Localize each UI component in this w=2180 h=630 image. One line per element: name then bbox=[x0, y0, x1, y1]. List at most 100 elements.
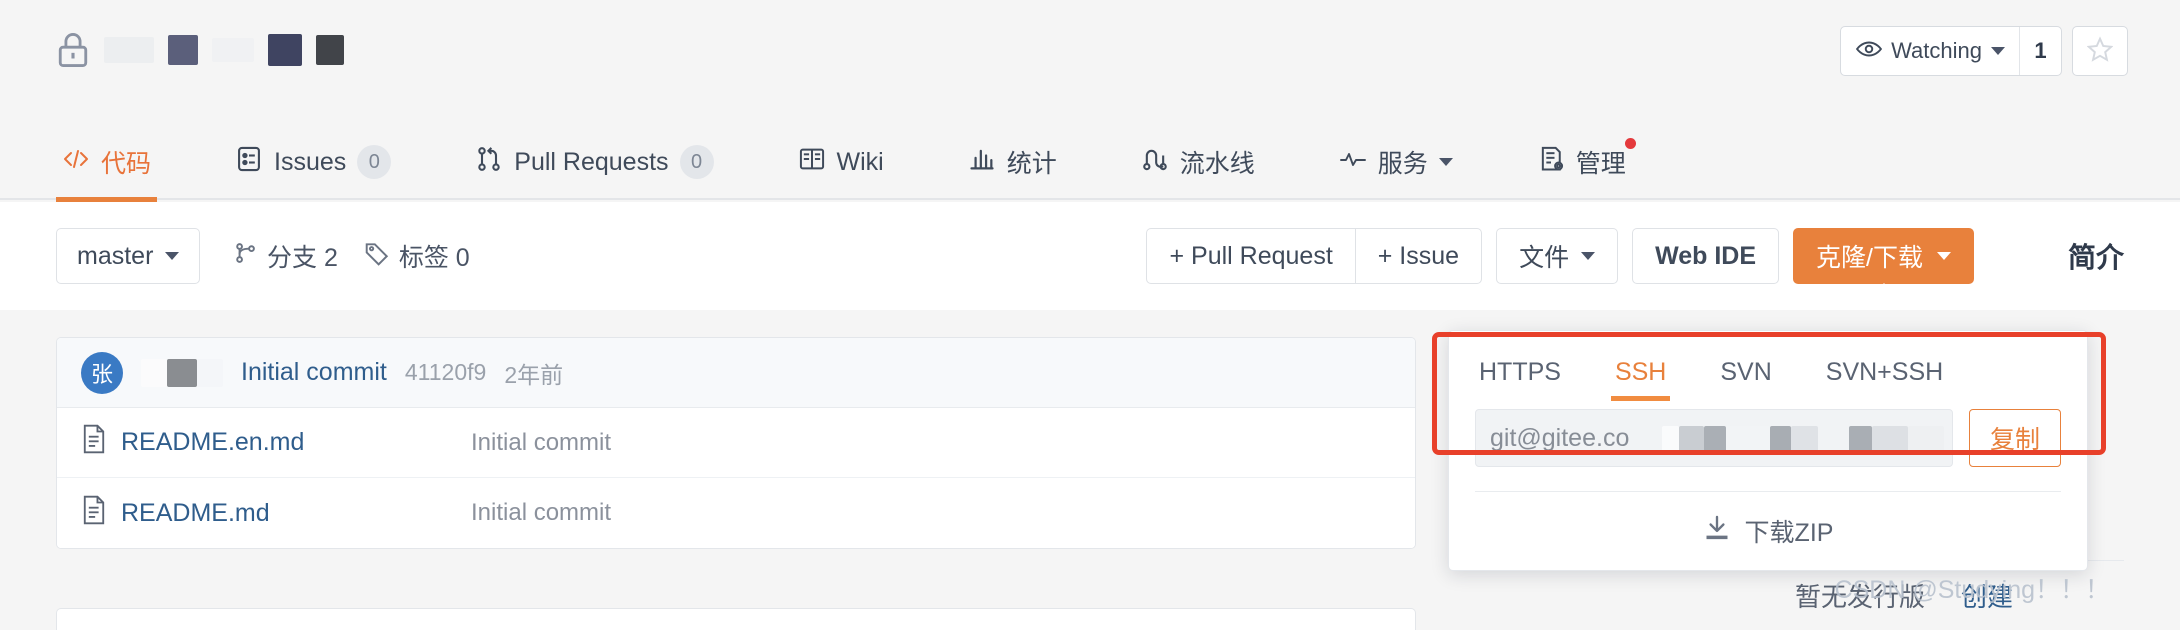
commit-hash[interactable]: 41120f9 bbox=[405, 359, 486, 386]
chevron-down-icon bbox=[165, 252, 180, 260]
new-issue-button[interactable]: + Issue bbox=[1355, 228, 1483, 284]
active-tab-underline bbox=[1610, 396, 1671, 401]
tag-icon bbox=[364, 240, 390, 273]
file-list-panel: 张 Initial commit 41120f9 2年前 README.en.m… bbox=[56, 337, 1416, 549]
tab-label: 统计 bbox=[1006, 150, 1057, 178]
avatar[interactable]: 张 bbox=[81, 351, 123, 394]
repo-actions: Watching 1 bbox=[1840, 26, 2128, 76]
chevron-down-icon bbox=[1937, 252, 1951, 260]
lock-icon bbox=[56, 31, 90, 69]
file-link[interactable]: README.md bbox=[81, 495, 471, 532]
branches-link[interactable]: 分支 2 bbox=[232, 238, 338, 274]
clone-tab-svn[interactable]: SVN bbox=[1716, 358, 1775, 401]
gitee-repository-page: Watching 1 代码 Issues 0 Pull Requests 0 W… bbox=[0, 0, 2180, 630]
book-icon bbox=[798, 145, 826, 180]
clone-dropdown-panel: HTTPS SSH SVN SVN+SSH git@gitee.co 复制 下载… bbox=[1448, 330, 2088, 571]
repo-meta-links: 分支 2 标签 0 bbox=[232, 228, 470, 284]
file-icon bbox=[81, 495, 107, 532]
files-label: 文件 bbox=[1519, 244, 1570, 272]
table-row[interactable]: README.en.md Initial commit bbox=[57, 408, 1415, 478]
watch-count[interactable]: 1 bbox=[2019, 27, 2061, 75]
new-pull-request-button[interactable]: + Pull Request bbox=[1146, 228, 1356, 284]
eye-icon bbox=[1856, 38, 1883, 64]
redacted-block bbox=[168, 35, 198, 65]
redacted-block bbox=[1662, 426, 1680, 452]
tab-manage[interactable]: 管理 bbox=[1531, 124, 1636, 200]
clone-label: 克隆/下载 bbox=[1816, 244, 1923, 272]
redacted-block bbox=[197, 358, 223, 387]
star-icon bbox=[2086, 35, 2114, 67]
branch-name: master bbox=[77, 241, 154, 270]
tab-label: Issues bbox=[274, 147, 347, 176]
commit-message[interactable]: Initial commit bbox=[241, 358, 387, 387]
clone-download-button[interactable]: 克隆/下载 bbox=[1793, 228, 1974, 302]
clone-tab-label: SVN bbox=[1720, 358, 1772, 386]
download-zip-button[interactable]: 下载ZIP bbox=[1449, 492, 2087, 570]
tab-label: 服务 bbox=[1377, 150, 1428, 178]
tab-services[interactable]: 服务 bbox=[1333, 124, 1459, 200]
intro-section-title: 简介 bbox=[2067, 242, 2124, 273]
watch-button[interactable]: Watching bbox=[1841, 27, 2019, 75]
clone-url-input[interactable]: git@gitee.co bbox=[1475, 409, 1953, 467]
settings-doc-icon bbox=[1537, 145, 1565, 180]
branch-selector[interactable]: master bbox=[56, 228, 201, 284]
tags-label: 标签 0 bbox=[398, 244, 470, 272]
redacted-block bbox=[268, 34, 302, 66]
chart-icon bbox=[968, 145, 996, 180]
redacted-block bbox=[1817, 426, 1849, 452]
redacted-block bbox=[1769, 426, 1792, 452]
pull-request-icon bbox=[475, 145, 503, 180]
tab-label: Wiki bbox=[836, 147, 884, 176]
tab-pipeline[interactable]: 流水线 bbox=[1135, 124, 1261, 200]
clone-tab-ssh[interactable]: SSH bbox=[1610, 358, 1671, 401]
clone-tab-label: HTTPS bbox=[1479, 358, 1561, 386]
star-button[interactable] bbox=[2072, 26, 2128, 76]
redacted-block bbox=[1872, 426, 1909, 452]
files-dropdown-button[interactable]: 文件 bbox=[1496, 228, 1619, 284]
notification-dot bbox=[1624, 138, 1636, 149]
redacted-block bbox=[1908, 426, 1944, 452]
tab-code[interactable]: 代码 bbox=[56, 124, 158, 202]
chevron-down-icon bbox=[1438, 158, 1453, 166]
chevron-down-icon bbox=[1581, 252, 1596, 260]
tab-issues[interactable]: Issues 0 bbox=[229, 124, 397, 200]
redacted-block bbox=[1679, 426, 1705, 452]
readme-panel-top bbox=[56, 608, 1416, 630]
clone-url-row: git@gitee.co 复制 bbox=[1449, 401, 2087, 491]
watermark: CSDN @Studying！！！ bbox=[1834, 576, 2110, 604]
file-name-label: README.en.md bbox=[121, 428, 305, 456]
latest-commit-row: 张 Initial commit 41120f9 2年前 bbox=[57, 338, 1415, 408]
tab-label: 管理 bbox=[1575, 150, 1626, 178]
tab-pull-requests[interactable]: Pull Requests 0 bbox=[469, 124, 719, 200]
clone-tab-svn-ssh[interactable]: SVN+SSH bbox=[1822, 358, 1947, 401]
commit-time: 2年前 bbox=[504, 361, 564, 388]
redacted-block bbox=[1704, 426, 1726, 452]
commit-author-redacted bbox=[141, 358, 223, 387]
clone-tab-https[interactable]: HTTPS bbox=[1475, 358, 1565, 401]
pr-count-badge: 0 bbox=[679, 145, 714, 179]
tab-label: Pull Requests bbox=[514, 147, 669, 176]
clone-url-value: git@gitee.co bbox=[1490, 423, 1630, 452]
pipeline-icon bbox=[1141, 145, 1169, 180]
tab-wiki[interactable]: Wiki bbox=[792, 124, 890, 200]
web-ide-button[interactable]: Web IDE bbox=[1632, 228, 1780, 284]
download-zip-label: 下载ZIP bbox=[1744, 519, 1834, 547]
code-icon bbox=[62, 145, 90, 180]
issues-count-badge: 0 bbox=[357, 145, 392, 179]
repo-toolbar: master 分支 2 标签 0 + Pull Request + Issue … bbox=[0, 202, 2180, 310]
clone-tab-label: SVN+SSH bbox=[1825, 358, 1944, 386]
repo-name-redacted bbox=[104, 28, 344, 72]
issue-icon bbox=[235, 145, 263, 180]
table-row[interactable]: README.md Initial commit bbox=[57, 478, 1415, 548]
repo-nav: 代码 Issues 0 Pull Requests 0 Wiki 统计 流水线 … bbox=[0, 124, 2180, 202]
toolbar-actions: + Pull Request + Issue 文件 Web IDE 克隆/下载 bbox=[1146, 228, 1974, 302]
branches-label: 分支 2 bbox=[267, 244, 338, 272]
file-name-label: README.md bbox=[121, 498, 270, 527]
tags-link[interactable]: 标签 0 bbox=[364, 238, 470, 274]
copy-url-button[interactable]: 复制 bbox=[1969, 409, 2061, 467]
branch-icon bbox=[232, 240, 258, 273]
tab-statistics[interactable]: 统计 bbox=[962, 124, 1063, 200]
file-link[interactable]: README.en.md bbox=[81, 424, 471, 461]
redacted-block bbox=[1725, 426, 1770, 452]
watch-label: Watching bbox=[1891, 38, 1982, 63]
